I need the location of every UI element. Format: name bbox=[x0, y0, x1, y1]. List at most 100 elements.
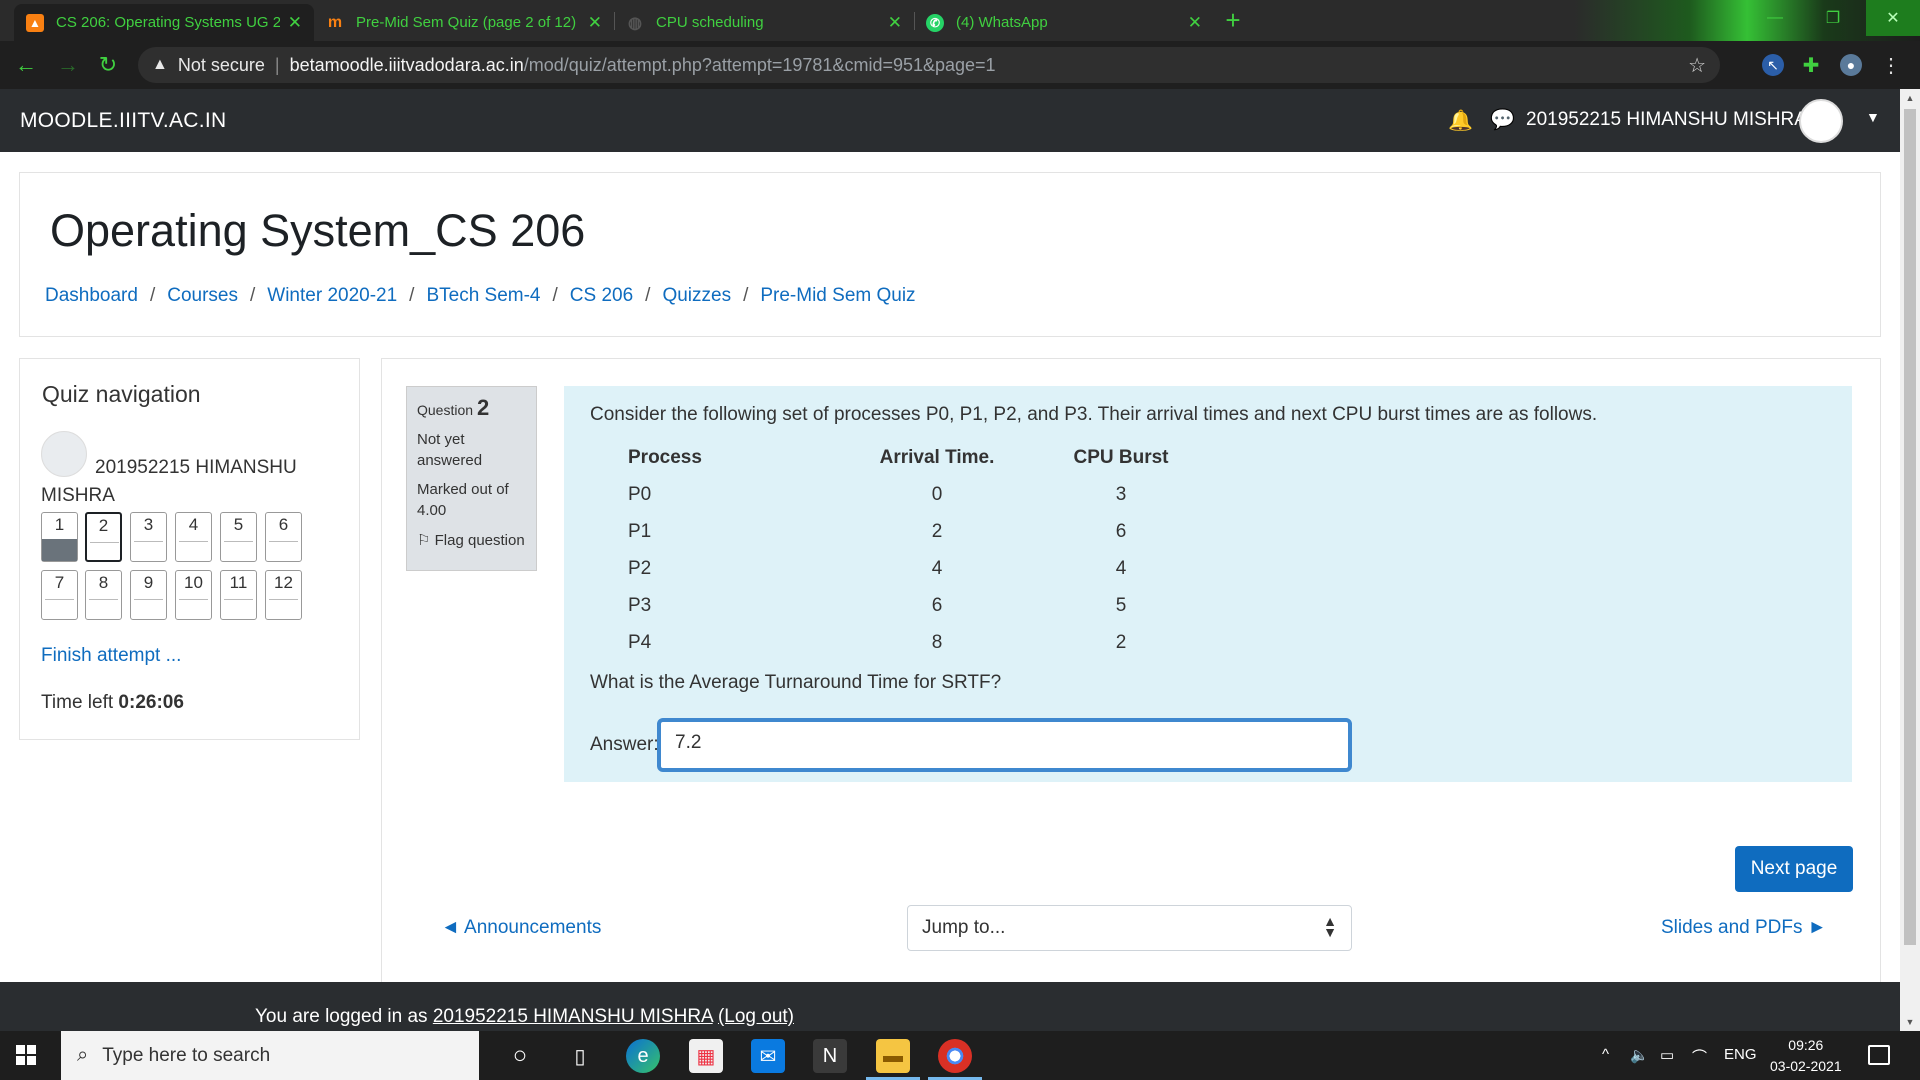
close-window-button[interactable]: ✕ bbox=[1866, 0, 1920, 36]
close-icon[interactable]: ✕ bbox=[588, 13, 602, 33]
back-button[interactable]: ← bbox=[12, 51, 40, 79]
scroll-up-arrow[interactable]: ▲ bbox=[1900, 89, 1920, 107]
quiz-nav-button-10[interactable]: 10 bbox=[175, 570, 212, 620]
scrollbar-thumb[interactable] bbox=[1904, 109, 1916, 945]
kebab-menu-icon[interactable]: ⋮ bbox=[1880, 54, 1902, 77]
question-number: 1 bbox=[54, 515, 65, 534]
cortana-icon[interactable]: ○ bbox=[503, 1039, 537, 1073]
chevron-down-icon[interactable]: ▼ bbox=[1866, 109, 1880, 125]
question-divider bbox=[89, 599, 118, 600]
logout-link[interactable]: (Log out) bbox=[718, 1006, 794, 1027]
chat-icon[interactable]: 💬 bbox=[1490, 107, 1515, 132]
table-cell: 3 bbox=[1115, 483, 1127, 505]
tab-quiz[interactable]: m Pre-Mid Sem Quiz (page 2 of 12) ✕ bbox=[314, 4, 614, 41]
breadcrumb-semester[interactable]: BTech Sem-4 bbox=[426, 285, 540, 306]
page-scrollbar[interactable]: ▲ ▼ bbox=[1900, 89, 1920, 1031]
question-content: Consider the following set of processes … bbox=[564, 386, 1852, 782]
edge-icon[interactable]: e bbox=[626, 1039, 660, 1073]
file-explorer-icon[interactable]: ▬ bbox=[866, 1039, 920, 1080]
close-icon[interactable]: ✕ bbox=[888, 13, 902, 33]
breadcrumb-term[interactable]: Winter 2020-21 bbox=[267, 285, 397, 306]
breadcrumb-course[interactable]: CS 206 bbox=[570, 285, 633, 306]
extensions-puzzle-icon[interactable]: ✚ bbox=[1800, 54, 1822, 77]
quiz-nav-button-2[interactable]: 2 bbox=[85, 512, 122, 562]
windows-start-icon[interactable] bbox=[16, 1045, 36, 1065]
system-clock[interactable]: 09:26 03-02-2021 bbox=[1770, 1035, 1842, 1077]
new-tab-button[interactable]: + bbox=[1218, 7, 1248, 33]
taskbar-search[interactable]: ⌕ Type here to search bbox=[61, 1031, 479, 1080]
question-info: Question 2 Not yet answered Marked out o… bbox=[406, 386, 537, 571]
table-cell: 4 bbox=[931, 557, 943, 579]
volume-icon[interactable]: 🔈 bbox=[1630, 1046, 1649, 1064]
clock-time: 09:26 bbox=[1788, 1037, 1824, 1053]
time-left: Time left 0:26:06 bbox=[41, 692, 184, 714]
question-divider bbox=[179, 541, 208, 542]
quiz-nav-button-5[interactable]: 5 bbox=[220, 512, 257, 562]
prev-activity-link[interactable]: ◄ Announcements bbox=[441, 917, 601, 939]
close-icon[interactable]: ✕ bbox=[1188, 13, 1202, 33]
notion-icon[interactable]: N bbox=[813, 1039, 847, 1073]
tab-cpu-scheduling[interactable]: ◍ CPU scheduling ✕ bbox=[614, 4, 914, 41]
question-number: 2 bbox=[98, 516, 109, 535]
notification-icon[interactable] bbox=[1868, 1045, 1890, 1065]
tab-title: Pre-Mid Sem Quiz (page 2 of 12) bbox=[356, 14, 577, 31]
close-icon[interactable]: ✕ bbox=[288, 13, 302, 33]
question-number: 11 bbox=[229, 573, 248, 592]
bookmark-star-icon[interactable]: ☆ bbox=[1688, 53, 1706, 78]
reload-button[interactable]: ↻ bbox=[94, 51, 122, 79]
moodle-navbar: MOODLE.IIITV.AC.IN 🔔 💬 201952215 HIMANSH… bbox=[0, 89, 1900, 152]
breadcrumb-courses[interactable]: Courses bbox=[167, 285, 238, 306]
task-view-icon[interactable]: ▯ bbox=[563, 1039, 597, 1073]
quiz-nav-button-6[interactable]: 6 bbox=[265, 512, 302, 562]
next-page-button[interactable]: Next page bbox=[1735, 846, 1853, 892]
chrome-icon[interactable] bbox=[928, 1039, 982, 1080]
select-arrows-icon: ▲ ▼ bbox=[1323, 913, 1337, 940]
question-divider bbox=[90, 542, 119, 543]
battery-icon[interactable]: ▭ bbox=[1660, 1046, 1674, 1064]
restore-button[interactable]: ❐ bbox=[1810, 0, 1856, 36]
store-icon[interactable]: ▦ bbox=[689, 1039, 723, 1073]
quiz-nav-button-9[interactable]: 9 bbox=[130, 570, 167, 620]
forward-button[interactable]: → bbox=[54, 51, 82, 79]
table-cell: P3 bbox=[628, 594, 652, 616]
mail-icon[interactable]: ✉ bbox=[751, 1039, 785, 1073]
quiz-nav-button-1[interactable]: 1 bbox=[41, 512, 78, 562]
user-menu-name[interactable]: 201952215 HIMANSHU MISHRA bbox=[1526, 109, 1807, 131]
extension-cursor-icon[interactable]: ↖ bbox=[1762, 54, 1784, 76]
quiz-nav-button-4[interactable]: 4 bbox=[175, 512, 212, 562]
language-indicator[interactable]: ENG bbox=[1724, 1046, 1757, 1063]
site-brand[interactable]: MOODLE.IIITV.AC.IN bbox=[20, 109, 227, 133]
finish-attempt-link[interactable]: Finish attempt ... bbox=[41, 645, 181, 667]
answer-input[interactable]: 7.2 bbox=[657, 718, 1352, 772]
quiz-nav-button-7[interactable]: 7 bbox=[41, 570, 78, 620]
quiz-nav-button-12[interactable]: 12 bbox=[265, 570, 302, 620]
jump-to-select[interactable]: Jump to... ▲ ▼ bbox=[907, 905, 1352, 951]
jump-to-placeholder: Jump to... bbox=[922, 917, 1006, 938]
breadcrumb-quiz[interactable]: Pre-Mid Sem Quiz bbox=[760, 285, 915, 306]
wifi-icon[interactable]: ⌒ bbox=[1692, 1046, 1707, 1067]
table-cell: P2 bbox=[628, 557, 652, 579]
security-label: Not secure bbox=[177, 54, 265, 75]
tab-whatsapp[interactable]: ✆ (4) WhatsApp ✕ bbox=[914, 4, 1214, 41]
table-row: P4 8 2 bbox=[628, 624, 1186, 661]
tab-cs206[interactable]: ▲ CS 206: Operating Systems UG 2020 ✕ bbox=[14, 4, 314, 41]
quiz-nav-button-8[interactable]: 8 bbox=[85, 570, 122, 620]
footer-user-link[interactable]: 201952215 HIMANSHU MISHRA bbox=[433, 1006, 713, 1027]
quiz-nav-button-11[interactable]: 11 bbox=[220, 570, 257, 620]
avatar[interactable] bbox=[1799, 99, 1843, 143]
breadcrumb-quizzes[interactable]: Quizzes bbox=[662, 285, 731, 306]
profile-icon[interactable]: ● bbox=[1840, 54, 1862, 76]
tab-title: CS 206: Operating Systems UG 2020 bbox=[56, 14, 280, 31]
table-header-arrival: Arrival Time. bbox=[879, 447, 995, 468]
flag-question-button[interactable]: ⚐ Flag question bbox=[417, 531, 526, 549]
minimize-button[interactable]: — bbox=[1752, 0, 1798, 36]
quiz-nav-button-3[interactable]: 3 bbox=[130, 512, 167, 562]
breadcrumb-dashboard[interactable]: Dashboard bbox=[45, 285, 138, 306]
time-left-value: 0:26:06 bbox=[118, 692, 184, 713]
question-divider bbox=[269, 599, 298, 600]
next-activity-link[interactable]: Slides and PDFs ► bbox=[1661, 917, 1827, 939]
chevron-up-icon[interactable]: ^ bbox=[1602, 1046, 1609, 1063]
scroll-down-arrow[interactable]: ▼ bbox=[1900, 1013, 1920, 1031]
address-bar[interactable]: ▲ Not secure | betamoodle.iiitvadodara.a… bbox=[138, 47, 1720, 83]
bell-icon[interactable]: 🔔 bbox=[1448, 108, 1473, 133]
